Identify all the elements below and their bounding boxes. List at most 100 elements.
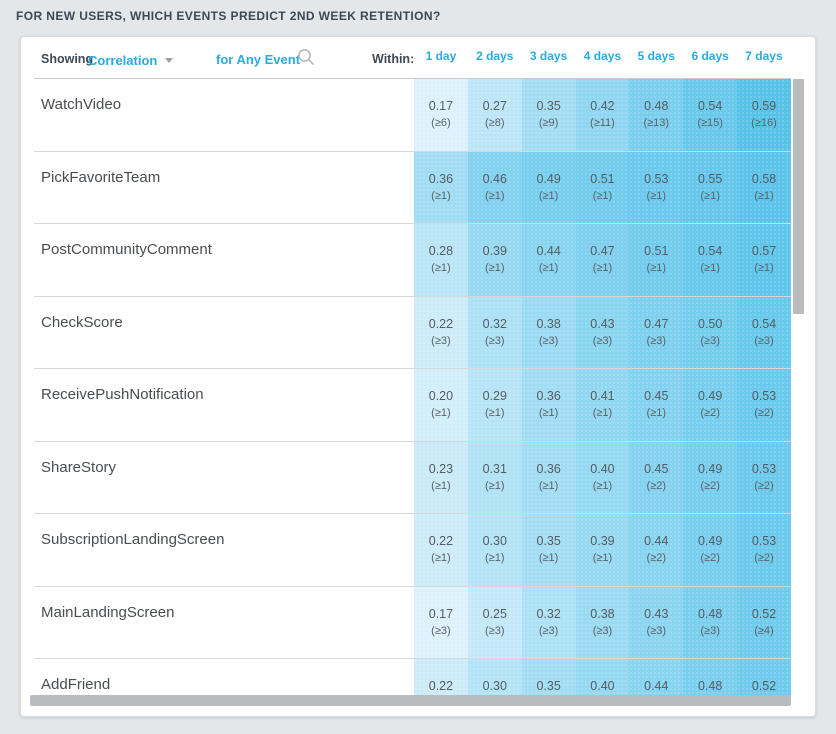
heatmap-cell[interactable]: 0.53(≥2) bbox=[737, 514, 791, 587]
column-header-6-days[interactable]: 6 days bbox=[683, 49, 737, 63]
correlation-value: 0.51 bbox=[629, 244, 683, 259]
heatmap-cell[interactable]: 0.54(≥15) bbox=[683, 79, 737, 152]
row-divider bbox=[34, 223, 791, 224]
event-row: ShareStory0.23(≥1)0.31(≥1)0.36(≥1)0.40(≥… bbox=[21, 442, 816, 515]
heatmap-cell[interactable]: 0.47(≥1) bbox=[576, 224, 630, 297]
heatmap-cell[interactable]: 0.44 bbox=[629, 659, 683, 696]
heatmap-cell[interactable]: 0.49(≥1) bbox=[522, 152, 576, 225]
event-count-threshold: (≥3) bbox=[468, 624, 522, 638]
heatmap-cell[interactable]: 0.59(≥16) bbox=[737, 79, 791, 152]
correlation-value: 0.29 bbox=[468, 389, 522, 404]
metric-selector-value[interactable]: Correlation bbox=[88, 53, 157, 68]
event-count-threshold: (≥1) bbox=[414, 406, 468, 420]
heatmap-cell[interactable]: 0.39(≥1) bbox=[468, 224, 522, 297]
heatmap-cell[interactable]: 0.17(≥3) bbox=[414, 587, 468, 660]
column-header-5-days[interactable]: 5 days bbox=[629, 49, 683, 63]
heatmap-cell[interactable]: 0.31(≥1) bbox=[468, 442, 522, 515]
heatmap-cell[interactable]: 0.36(≥1) bbox=[522, 369, 576, 442]
heatmap-cell[interactable]: 0.41(≥1) bbox=[576, 369, 630, 442]
vertical-scrollbar-thumb[interactable] bbox=[793, 79, 804, 314]
heatmap-cell[interactable]: 0.40(≥1) bbox=[576, 442, 630, 515]
heatmap-cell[interactable]: 0.35(≥1) bbox=[522, 514, 576, 587]
heatmap-cell[interactable]: 0.43(≥3) bbox=[629, 587, 683, 660]
heatmap-cell[interactable]: 0.25(≥3) bbox=[468, 587, 522, 660]
heatmap-cell[interactable]: 0.44(≥1) bbox=[522, 224, 576, 297]
event-count-threshold: (≥1) bbox=[629, 189, 683, 203]
heatmap-cell[interactable]: 0.48 bbox=[683, 659, 737, 696]
search-icon[interactable] bbox=[297, 48, 315, 71]
heatmap-cell[interactable]: 0.42(≥11) bbox=[576, 79, 630, 152]
heatmap-cell[interactable]: 0.53(≥2) bbox=[737, 442, 791, 515]
event-row: PickFavoriteTeam0.36(≥1)0.46(≥1)0.49(≥1)… bbox=[21, 152, 816, 225]
event-name: PickFavoriteTeam bbox=[41, 169, 160, 186]
event-count-threshold: (≥1) bbox=[414, 551, 468, 565]
heatmap-cell[interactable]: 0.46(≥1) bbox=[468, 152, 522, 225]
heatmap-cell[interactable]: 0.55(≥1) bbox=[683, 152, 737, 225]
heatmap-cell[interactable]: 0.36(≥1) bbox=[522, 442, 576, 515]
heatmap-cell[interactable]: 0.51(≥1) bbox=[629, 224, 683, 297]
heatmap-cell[interactable]: 0.35(≥9) bbox=[522, 79, 576, 152]
heatmap-cell[interactable]: 0.30 bbox=[468, 659, 522, 696]
correlation-value: 0.22 bbox=[414, 317, 468, 332]
heatmap-cell[interactable]: 0.58(≥1) bbox=[737, 152, 791, 225]
heatmap-cell[interactable]: 0.48(≥13) bbox=[629, 79, 683, 152]
event-count-threshold: (≥3) bbox=[683, 334, 737, 348]
heatmap-cell[interactable]: 0.45(≥2) bbox=[629, 442, 683, 515]
correlation-value: 0.46 bbox=[468, 172, 522, 187]
heatmap-cell[interactable]: 0.49(≥2) bbox=[683, 442, 737, 515]
event-count-threshold: (≥16) bbox=[737, 116, 791, 130]
heatmap-cell[interactable]: 0.38(≥3) bbox=[522, 297, 576, 370]
heatmap-cell[interactable]: 0.32(≥3) bbox=[522, 587, 576, 660]
correlation-value: 0.52 bbox=[737, 679, 791, 694]
heatmap-cell[interactable]: 0.30(≥1) bbox=[468, 514, 522, 587]
heatmap-cell[interactable]: 0.50 (≥3) bbox=[683, 297, 737, 370]
heatmap-cell[interactable]: 0.49(≥2) bbox=[683, 369, 737, 442]
correlation-value: 0.47 bbox=[629, 317, 683, 332]
metric-selector-dropdown[interactable]: Correlation bbox=[88, 52, 173, 70]
column-header-1-day[interactable]: 1 day bbox=[414, 49, 468, 63]
heatmap-cell[interactable]: 0.53(≥1) bbox=[629, 152, 683, 225]
heatmap-cell[interactable]: 0.54(≥3) bbox=[737, 297, 791, 370]
heatmap-cell[interactable]: 0.47(≥3) bbox=[629, 297, 683, 370]
heatmap-cell[interactable]: 0.32(≥3) bbox=[468, 297, 522, 370]
heatmap-cell[interactable]: 0.27(≥8) bbox=[468, 79, 522, 152]
heatmap-cell[interactable]: 0.48(≥3) bbox=[683, 587, 737, 660]
heatmap-cell[interactable]: 0.22(≥3) bbox=[414, 297, 468, 370]
heatmap-cell[interactable]: 0.49(≥2) bbox=[683, 514, 737, 587]
event-count-threshold: (≥3) bbox=[414, 624, 468, 638]
column-header-3-days[interactable]: 3 days bbox=[522, 49, 576, 63]
heatmap-cell[interactable]: 0.43(≥3) bbox=[576, 297, 630, 370]
event-count-threshold: (≥1) bbox=[576, 406, 630, 420]
heatmap-cell[interactable]: 0.51(≥1) bbox=[576, 152, 630, 225]
heatmap-cell[interactable]: 0.36(≥1) bbox=[414, 152, 468, 225]
heatmap-cell[interactable]: 0.45(≥1) bbox=[629, 369, 683, 442]
event-row: ReceivePushNotification0.20(≥1)0.29(≥1)0… bbox=[21, 369, 816, 442]
chevron-down-icon bbox=[165, 58, 173, 63]
heatmap-cell[interactable]: 0.52 bbox=[737, 659, 791, 696]
column-header-7-days[interactable]: 7 days bbox=[737, 49, 791, 63]
correlation-value: 0.50 bbox=[683, 317, 737, 332]
event-selector[interactable]: for Any Event bbox=[216, 52, 300, 67]
heatmap-cell[interactable]: 0.23(≥1) bbox=[414, 442, 468, 515]
heatmap-cell[interactable]: 0.28(≥1) bbox=[414, 224, 468, 297]
heatmap-cell[interactable]: 0.57(≥1) bbox=[737, 224, 791, 297]
heatmap-cell[interactable]: 0.17(≥6) bbox=[414, 79, 468, 152]
heatmap-cell[interactable]: 0.54(≥1) bbox=[683, 224, 737, 297]
heatmap-cell[interactable]: 0.22 bbox=[414, 659, 468, 696]
heatmap-cell[interactable]: 0.53(≥2) bbox=[737, 369, 791, 442]
column-header-2-days[interactable]: 2 days bbox=[468, 49, 522, 63]
heatmap-cell[interactable]: 0.52(≥4) bbox=[737, 587, 791, 660]
heatmap-cell[interactable]: 0.22(≥1) bbox=[414, 514, 468, 587]
heatmap-cell[interactable]: 0.39(≥1) bbox=[576, 514, 630, 587]
heatmap-cell[interactable]: 0.29(≥1) bbox=[468, 369, 522, 442]
heatmap-cell[interactable]: 0.35 bbox=[522, 659, 576, 696]
heatmap-cell[interactable]: 0.44(≥2) bbox=[629, 514, 683, 587]
correlation-value: 0.32 bbox=[522, 607, 576, 622]
event-row: AddFriend0.220.300.350.400.440.480.52 bbox=[21, 659, 816, 696]
correlation-value: 0.57 bbox=[737, 244, 791, 259]
column-header-4-days[interactable]: 4 days bbox=[576, 49, 630, 63]
horizontal-scrollbar-thumb[interactable] bbox=[30, 695, 791, 706]
heatmap-cell[interactable]: 0.40 bbox=[576, 659, 630, 696]
heatmap-cell[interactable]: 0.38(≥3) bbox=[576, 587, 630, 660]
heatmap-cell[interactable]: 0.20(≥1) bbox=[414, 369, 468, 442]
